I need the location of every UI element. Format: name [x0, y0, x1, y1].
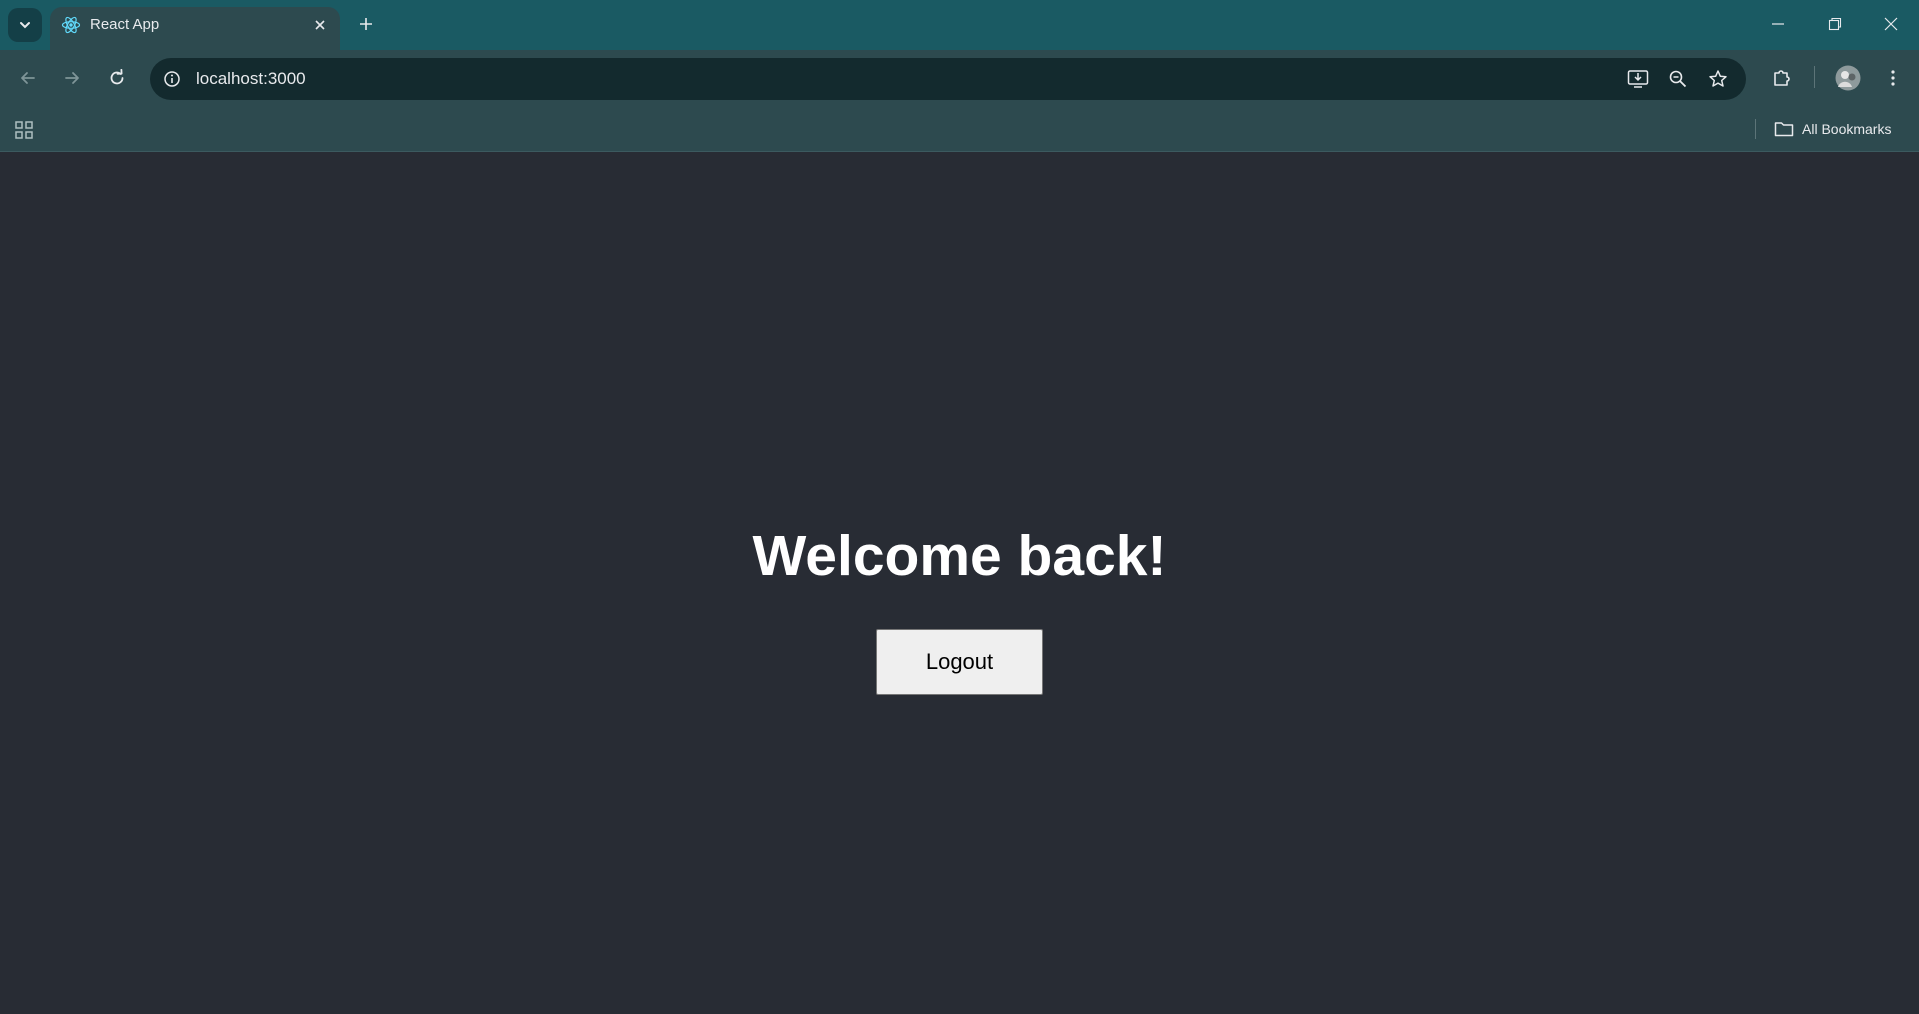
zoom-icon[interactable]	[1666, 67, 1690, 91]
all-bookmarks-label: All Bookmarks	[1802, 121, 1892, 137]
reload-button[interactable]	[101, 62, 133, 94]
forward-button[interactable]	[56, 62, 88, 94]
avatar-icon	[1835, 65, 1861, 91]
url-text[interactable]: localhost:3000	[196, 69, 306, 89]
apps-button[interactable]	[12, 118, 36, 142]
page-content: Welcome back! Logout	[0, 152, 1919, 1014]
browser-menu-button[interactable]	[1877, 62, 1909, 94]
logout-button[interactable]: Logout	[876, 629, 1043, 695]
restore-button[interactable]	[1815, 8, 1855, 40]
extensions-button[interactable]	[1766, 62, 1798, 94]
welcome-heading: Welcome back!	[752, 524, 1167, 588]
install-app-icon[interactable]	[1626, 67, 1650, 91]
bookmarks-bar: All Bookmarks	[0, 108, 1919, 152]
arrow-right-icon	[65, 72, 79, 84]
tab-search-button[interactable]	[8, 8, 42, 42]
react-logo-icon	[60, 14, 82, 36]
apps-grid-icon	[15, 121, 33, 139]
browser-toolbar: localhost:3000	[0, 50, 1919, 108]
minimize-icon	[1772, 23, 1784, 25]
all-bookmarks-button[interactable]: All Bookmarks	[1774, 116, 1891, 142]
chevron-down-icon	[20, 22, 30, 29]
minimize-button[interactable]	[1758, 8, 1798, 40]
back-button[interactable]	[12, 62, 44, 94]
profile-avatar[interactable]	[1832, 62, 1864, 94]
new-tab-button[interactable]	[352, 10, 380, 38]
folder-icon	[1774, 122, 1794, 137]
arrow-left-icon	[21, 72, 35, 84]
tab-react-app[interactable]: React App	[50, 7, 340, 50]
toolbar-separator	[1814, 66, 1815, 88]
plus-icon	[360, 18, 372, 30]
close-icon	[315, 20, 325, 30]
restore-icon	[1828, 17, 1842, 31]
tab-close-button[interactable]	[310, 15, 330, 35]
reload-icon	[110, 69, 124, 85]
more-vertical-icon	[1891, 70, 1895, 86]
close-icon	[1884, 17, 1898, 31]
browser-title-bar: React App	[0, 0, 1919, 50]
address-bar[interactable]: localhost:3000	[150, 58, 1746, 100]
bookmark-star-icon[interactable]	[1706, 67, 1730, 91]
puzzle-piece-icon	[1774, 70, 1790, 86]
tab-title: React App	[90, 16, 160, 33]
close-window-button[interactable]	[1871, 8, 1911, 40]
bookmarks-separator	[1755, 119, 1756, 139]
site-info-icon[interactable]	[160, 67, 184, 91]
